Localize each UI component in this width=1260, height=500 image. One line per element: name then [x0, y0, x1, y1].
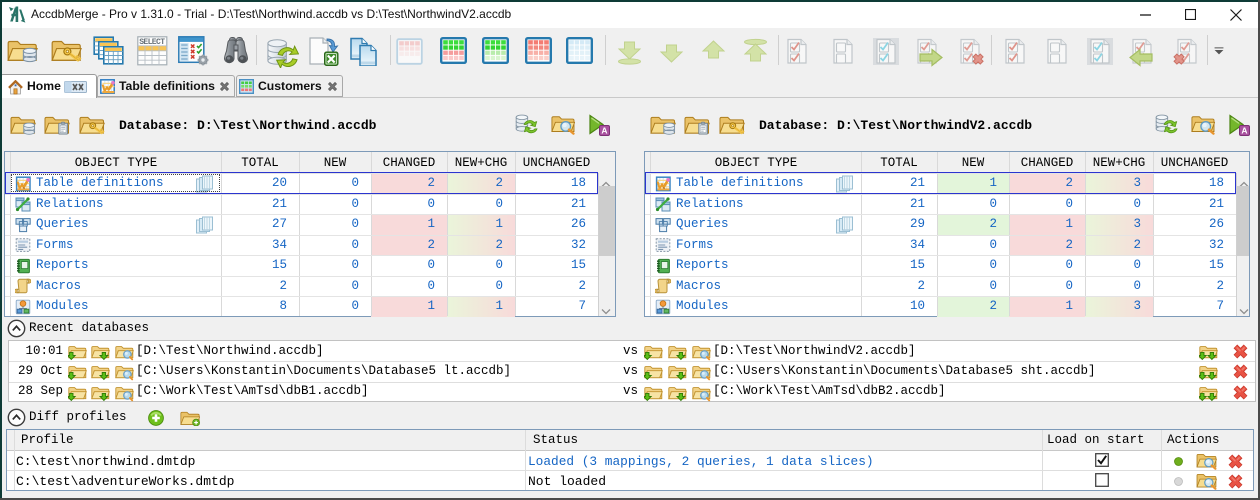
svg-text:A: A: [601, 126, 607, 136]
svg-text:A: A: [1241, 126, 1247, 136]
